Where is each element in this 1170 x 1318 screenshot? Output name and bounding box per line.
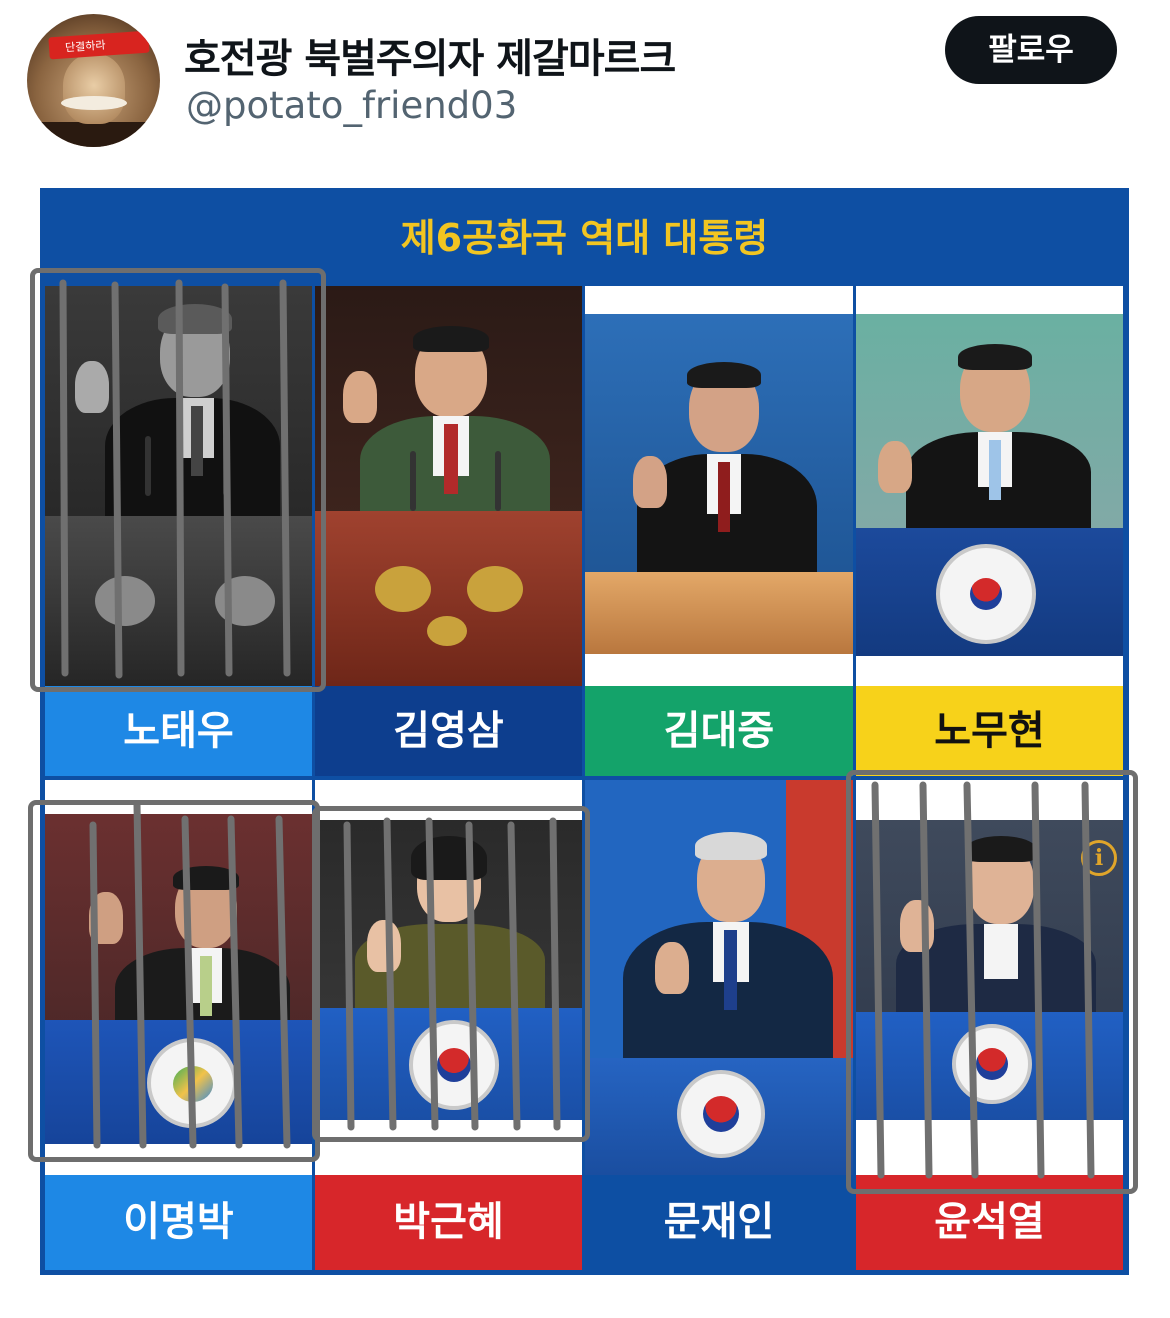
president-card-moon-jae-in: 문재인 [585, 780, 853, 1270]
president-card-park-geun-hye: 박근혜 [315, 780, 582, 1270]
headband-text: 단결하라 [64, 38, 106, 55]
president-name-label: 이명박 [45, 1175, 312, 1270]
avatar[interactable]: 단결하라 [27, 14, 160, 147]
president-name-label: 김영삼 [315, 686, 582, 776]
president-photo [315, 286, 582, 686]
president-photo [45, 286, 312, 686]
president-card-kim-dae-jung: 김대중 [585, 286, 853, 776]
president-photo [315, 780, 582, 1175]
media-title: 제6공화국 역대 대통령 [400, 216, 769, 260]
president-photo: i [856, 780, 1123, 1175]
president-photo [45, 780, 312, 1175]
president-photo [585, 780, 853, 1175]
president-name-label: 윤석열 [856, 1175, 1123, 1270]
president-card-roh-moo-hyun: 노무현 [856, 286, 1123, 776]
president-name-label: 문재인 [585, 1175, 853, 1270]
president-card-yoon-suk-yeol: i 윤석열 [856, 780, 1123, 1270]
president-photo [585, 286, 853, 686]
president-name-label: 김대중 [585, 686, 853, 776]
user-handle[interactable]: @potato_friend03 [186, 84, 517, 127]
president-photo [856, 286, 1123, 686]
tweet-header: 단결하라 호전광 북벌주의자 제갈마르크 @potato_friend03 팔로… [0, 0, 1170, 170]
president-card-roh-tae-woo: 노태우 [45, 286, 312, 776]
president-name-label: 노태우 [45, 686, 312, 776]
president-card-lee-myung-bak: 이명박 [45, 780, 312, 1270]
info-icon[interactable]: i [1081, 840, 1117, 876]
tweet-media-image[interactable]: 제6공화국 역대 대통령 노태우 김영삼 김대중 노무현 이명박 박근혜 문재인… [40, 188, 1129, 1275]
president-name-label: 노무현 [856, 686, 1123, 776]
display-name[interactable]: 호전광 북벌주의자 제갈마르크 [184, 26, 676, 84]
president-name-label: 박근혜 [315, 1175, 582, 1270]
president-card-kim-young-sam: 김영삼 [315, 286, 582, 776]
follow-button[interactable]: 팔로우 [945, 16, 1117, 84]
